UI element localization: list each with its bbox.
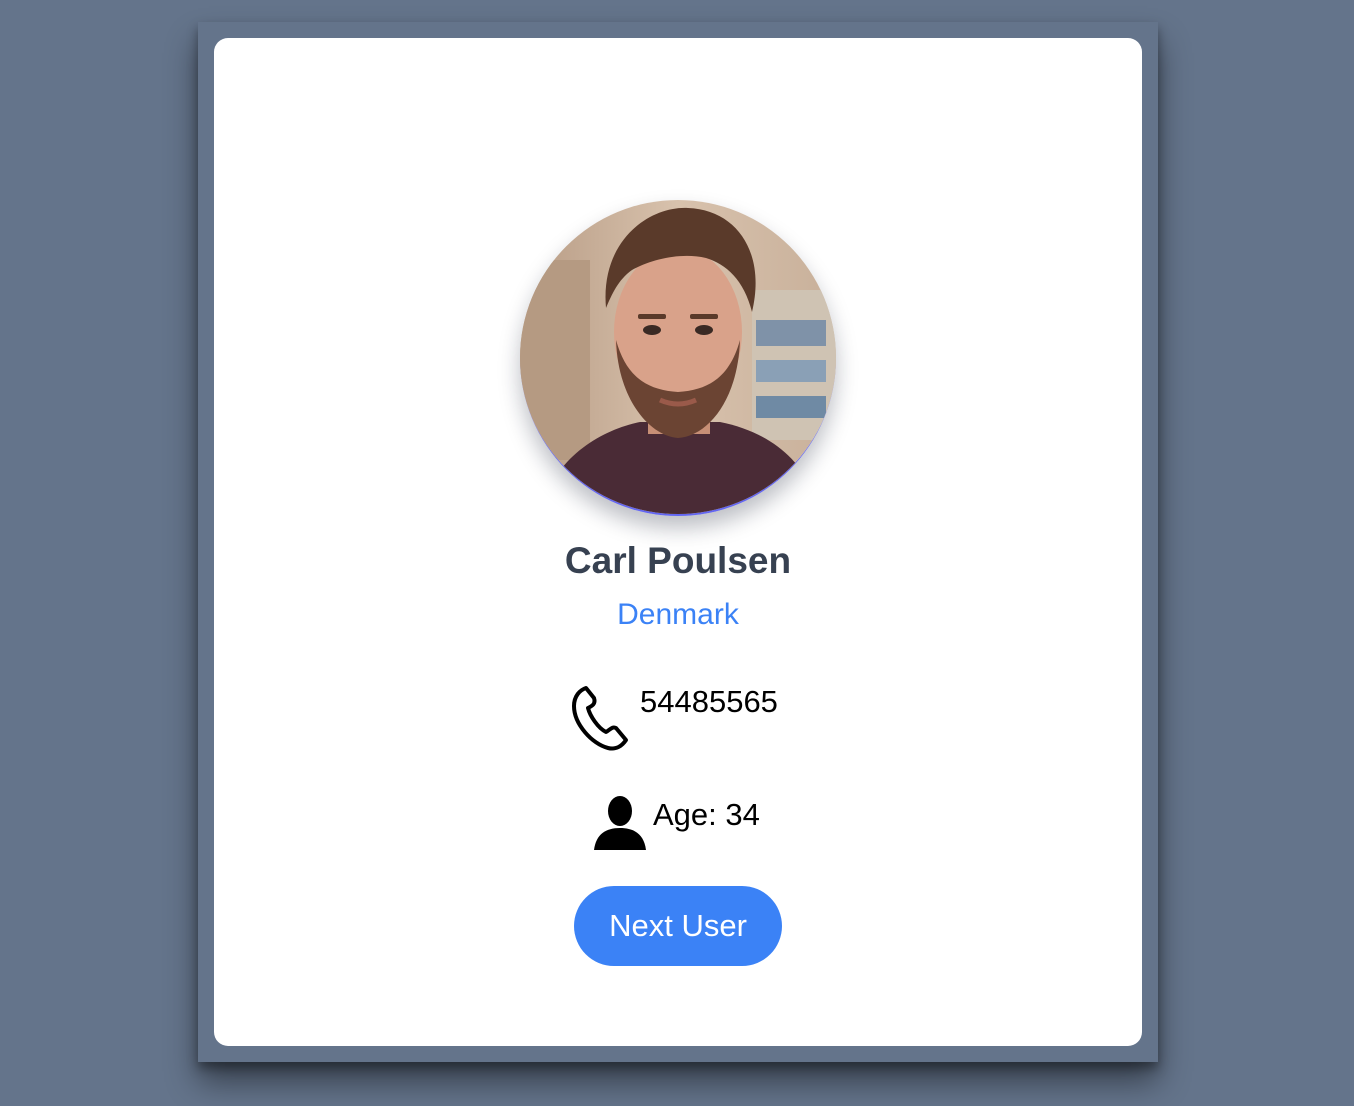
phone-number: 54485565 bbox=[640, 684, 778, 719]
user-country: Denmark bbox=[617, 598, 739, 631]
person-icon bbox=[592, 794, 648, 850]
user-age: Age: 34 bbox=[653, 797, 760, 832]
phone-icon bbox=[570, 684, 630, 752]
user-name: Carl Poulsen bbox=[564, 540, 792, 581]
user-card: Carl Poulsen Denmark 54485565 Age: 34 Ne… bbox=[214, 38, 1142, 1046]
app-frame: Carl Poulsen Denmark 54485565 Age: 34 Ne… bbox=[198, 22, 1158, 1062]
avatar bbox=[520, 200, 836, 516]
next-user-button[interactable]: Next User bbox=[574, 886, 782, 966]
